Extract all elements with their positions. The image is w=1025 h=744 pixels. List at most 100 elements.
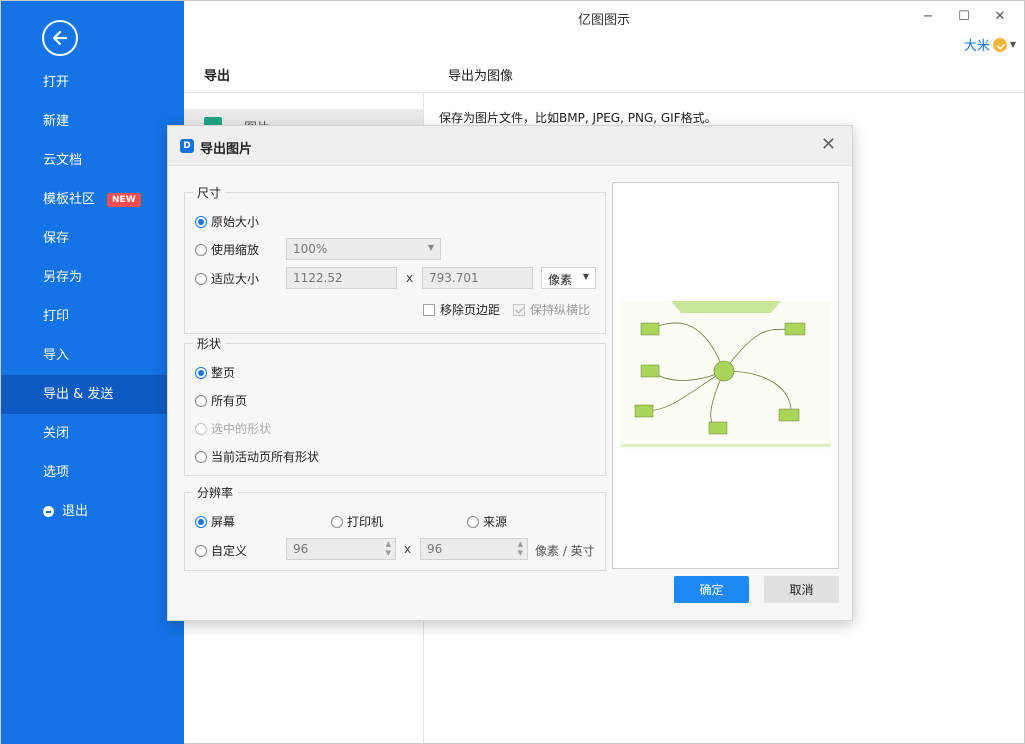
radio-button[interactable] xyxy=(195,544,207,557)
radio-selected-shapes[interactable]: 选中的形状 xyxy=(195,420,271,437)
radio-button[interactable] xyxy=(195,272,207,285)
radio-label: 所有页 xyxy=(211,394,248,408)
sidebar-item-export-send[interactable]: 导出 & 发送 xyxy=(1,375,184,414)
radio-active-page-shapes[interactable]: 当前活动页所有形状 xyxy=(195,448,319,465)
ok-button[interactable]: 确定 xyxy=(674,576,749,603)
vip-badge-icon xyxy=(992,37,1007,52)
radio-button[interactable] xyxy=(195,215,207,228)
dpi-y-stepper[interactable]: 96 ▲ ▼ xyxy=(420,538,528,560)
resolution-group-title: 分辨率 xyxy=(193,484,238,501)
radio-screen[interactable]: 屏幕 xyxy=(195,513,235,530)
exit-icon xyxy=(43,506,54,517)
export-as-image-header: 导出为图像 xyxy=(448,69,514,84)
back-button[interactable] xyxy=(42,20,78,56)
maximize-button[interactable]: ☐ xyxy=(946,5,982,27)
radio-source[interactable]: 来源 xyxy=(467,513,507,530)
sidebar-item-cloud-docs[interactable]: 云文档 xyxy=(1,141,184,180)
radio-label: 屏幕 xyxy=(211,515,236,529)
radio-all-pages[interactable]: 所有页 xyxy=(195,392,247,409)
close-window-button[interactable]: ✕ xyxy=(982,5,1018,27)
stepper-arrows-icon[interactable]: ▲ ▼ xyxy=(386,540,391,558)
radio-label: 适应大小 xyxy=(211,272,260,286)
radio-label: 来源 xyxy=(483,515,508,529)
user-menu[interactable]: 大米 ▼ xyxy=(964,35,1016,54)
width-input[interactable]: 1122.52 xyxy=(286,267,397,289)
unit-value: 像素 xyxy=(548,273,573,287)
title-bar: 亿图图示 − ☐ ✕ xyxy=(184,1,1024,33)
height-input[interactable]: 793.701 xyxy=(422,267,533,289)
dialog-header: D 导出图片 ✕ xyxy=(168,126,852,166)
minimize-button[interactable]: − xyxy=(910,5,946,27)
dpi-x-stepper[interactable]: 96 ▲ ▼ xyxy=(286,538,396,560)
sidebar-item-save[interactable]: 保存 xyxy=(1,219,184,258)
scale-select[interactable]: 100% ▼ xyxy=(286,238,441,260)
dialog-title: 导出图片 xyxy=(200,142,253,157)
shape-group-title: 形状 xyxy=(193,335,226,352)
radio-button[interactable] xyxy=(195,422,207,435)
sidebar-item-label: 打印 xyxy=(43,309,70,324)
close-icon[interactable]: ✕ xyxy=(821,135,836,155)
sidebar-item-exit[interactable]: 退出 xyxy=(1,492,184,531)
export-preview xyxy=(612,182,839,569)
sidebar-item-label: 模板社区 xyxy=(43,192,96,207)
radio-button[interactable] xyxy=(467,515,479,528)
sidebar-item-label: 导出 & 发送 xyxy=(43,387,114,402)
radio-button[interactable] xyxy=(195,394,207,407)
radio-label: 当前活动页所有形状 xyxy=(211,450,320,464)
radio-button[interactable] xyxy=(195,366,207,379)
radio-button[interactable] xyxy=(195,515,207,528)
export-image-dialog: D 导出图片 ✕ 尺寸 原始大小 使用缩放 100% ▼ 适应大小 1122.5… xyxy=(167,125,853,621)
mindmap-thumbnail xyxy=(621,301,831,449)
checkbox[interactable] xyxy=(513,303,525,316)
window-controls: − ☐ ✕ xyxy=(910,5,1018,27)
sidebar-item-label: 保存 xyxy=(43,231,70,246)
app-window: 打开 新建 云文档 模板社区 NEW 保存 另存为 打印 导入 导出 & 发送 关… xyxy=(0,0,1025,744)
export-type-label: 图片 xyxy=(244,117,270,125)
dpi-unit-label: 像素 / 英寸 xyxy=(535,544,595,558)
cancel-button[interactable]: 取消 xyxy=(764,576,839,603)
radio-button[interactable] xyxy=(195,450,207,463)
radio-label: 自定义 xyxy=(211,544,248,558)
times-sign: x xyxy=(406,271,414,285)
radio-label: 打印机 xyxy=(347,515,384,529)
radio-custom[interactable]: 自定义 xyxy=(195,542,247,559)
remove-margin-checkbox[interactable]: 移除页边距 xyxy=(423,301,500,318)
sidebar-item-open[interactable]: 打开 xyxy=(1,63,184,102)
radio-label: 使用缩放 xyxy=(211,243,260,257)
export-description: 保存为图片文件，比如BMP, JPEG, PNG, GIF格式。 xyxy=(439,111,717,125)
dpi-y-value: 96 xyxy=(427,542,443,556)
sidebar-item-options[interactable]: 选项 xyxy=(1,453,184,492)
stepper-arrows-icon[interactable]: ▲ ▼ xyxy=(518,540,523,558)
sidebar-item-label: 云文档 xyxy=(43,153,83,168)
shape-group: 形状 整页 所有页 选中的形状 当前活动页所有形状 xyxy=(184,335,606,476)
radio-printer[interactable]: 打印机 xyxy=(331,513,383,530)
arrow-left-icon xyxy=(52,30,68,46)
header-divider xyxy=(184,92,1024,93)
sidebar-item-label: 导入 xyxy=(43,348,70,363)
sidebar-item-label: 选项 xyxy=(43,465,70,480)
sidebar-item-label: 新建 xyxy=(43,114,70,129)
image-file-icon xyxy=(204,117,222,125)
sidebar-item-save-as[interactable]: 另存为 xyxy=(1,258,184,297)
scale-value: 100% xyxy=(293,242,328,256)
sidebar-item-close[interactable]: 关闭 xyxy=(1,414,184,453)
radio-button[interactable] xyxy=(331,515,343,528)
sidebar-item-print[interactable]: 打印 xyxy=(1,297,184,336)
radio-fit-size[interactable]: 适应大小 xyxy=(195,270,259,287)
sidebar-item-import[interactable]: 导入 xyxy=(1,336,184,375)
sidebar-item-template-community[interactable]: 模板社区 NEW xyxy=(1,180,184,219)
unit-select[interactable]: 像素 ▼ xyxy=(541,267,596,289)
new-badge: NEW xyxy=(107,192,141,207)
keep-ratio-checkbox[interactable]: 保持纵横比 xyxy=(513,301,590,318)
radio-button[interactable] xyxy=(195,243,207,256)
checkbox-label: 保持纵横比 xyxy=(530,303,591,317)
resolution-group: 分辨率 屏幕 打印机 来源 自定义 96 ▲ ▼ x 96 ▲ ▼ 像素 / 英… xyxy=(184,484,606,571)
radio-use-scale[interactable]: 使用缩放 xyxy=(195,241,259,258)
app-logo-icon: D xyxy=(180,139,194,153)
sidebar-menu: 打开 新建 云文档 模板社区 NEW 保存 另存为 打印 导入 导出 & 发送 关… xyxy=(1,63,184,531)
radio-original-size[interactable]: 原始大小 xyxy=(195,213,259,230)
sidebar-item-new[interactable]: 新建 xyxy=(1,102,184,141)
radio-whole-page[interactable]: 整页 xyxy=(195,364,235,381)
chevron-down-icon: ▼ xyxy=(427,243,434,252)
checkbox[interactable] xyxy=(423,303,435,316)
